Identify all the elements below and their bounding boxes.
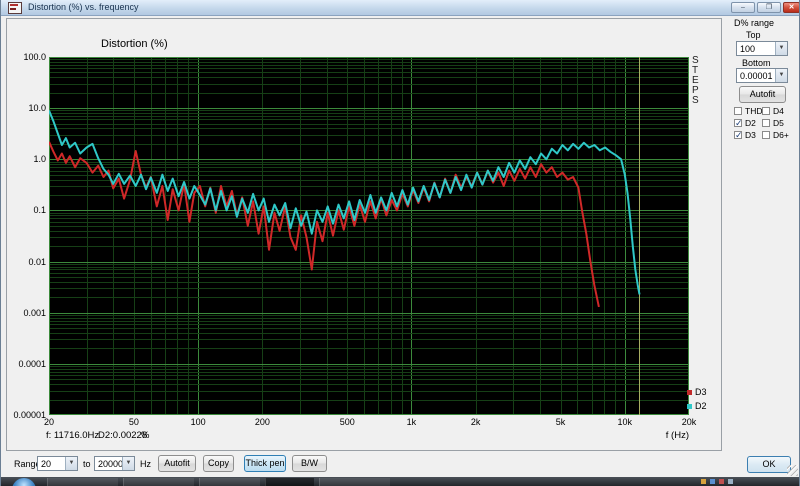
- hz-unit-label: Hz: [140, 459, 151, 469]
- checkbox-label: D6+: [773, 130, 789, 140]
- checkbox-label: D3: [745, 130, 756, 140]
- d-range-title: D% range: [734, 18, 774, 28]
- x-tick-label: 5k: [541, 417, 581, 427]
- cursor-frequency-readout: f: 11716.0Hz: [46, 430, 99, 441]
- title-bar[interactable]: Distortion (%) vs. frequency – ❐ ✕: [1, 0, 800, 16]
- y-tick-label: 0.001: [3, 308, 46, 318]
- check-icon: ✓: [735, 130, 743, 141]
- x-tick-label: 50: [114, 417, 154, 427]
- system-tray[interactable]: [701, 479, 797, 485]
- restore-icon[interactable]: ❐: [757, 2, 781, 13]
- thick-pen-button[interactable]: Thick pen: [244, 455, 286, 472]
- taskbar-button[interactable]: [199, 478, 260, 486]
- app-window: Distortion (%) vs. frequency – ❐ ✕ Disto…: [0, 0, 800, 486]
- legend-label-d2: D2: [695, 401, 707, 411]
- cursor-value-readout: D2:0.00228: [98, 430, 147, 441]
- b-w-button[interactable]: B/W: [292, 455, 327, 472]
- x-tick-label: 500: [327, 417, 367, 427]
- taskbar-button[interactable]: [123, 478, 194, 486]
- y-tick-label: 100.0: [3, 52, 46, 62]
- resize-grip[interactable]: [787, 465, 798, 476]
- checkbox-label: D5: [773, 118, 784, 128]
- chevron-down-icon[interactable]: ▼: [775, 42, 787, 55]
- to-label: to: [83, 459, 91, 469]
- app-icon: [8, 2, 22, 14]
- taskbar-button[interactable]: [47, 478, 118, 486]
- cursor-unit: %: [141, 430, 149, 441]
- tray-icon[interactable]: [710, 479, 715, 484]
- x-tick-label: 2k: [456, 417, 496, 427]
- chevron-down-icon[interactable]: ▼: [65, 457, 77, 470]
- checkbox-box[interactable]: ✓: [734, 119, 742, 127]
- range-from-value: 20: [41, 459, 51, 469]
- checkbox-thd[interactable]: THD: [734, 106, 762, 118]
- copy-button[interactable]: Copy: [203, 455, 234, 472]
- x-tick-label: 20: [29, 417, 69, 427]
- top-label: Top: [746, 30, 761, 40]
- chevron-down-icon[interactable]: ▼: [122, 457, 134, 470]
- window-title: Distortion (%) vs. frequency: [28, 2, 139, 12]
- checkbox-label: D2: [745, 118, 756, 128]
- legend-item-d2: D2: [687, 401, 707, 411]
- checkbox-box[interactable]: [762, 119, 770, 127]
- bottom-range-value: 0.00001: [740, 71, 773, 81]
- x-tick-label: 10k: [605, 417, 645, 427]
- y-tick-label: 0.01: [3, 257, 46, 267]
- range-to-select[interactable]: 20000 ▼: [94, 456, 135, 471]
- x-tick-label: 1k: [391, 417, 431, 427]
- distortion-plot[interactable]: [49, 57, 689, 415]
- ok-button[interactable]: OK: [747, 456, 791, 473]
- checkbox-box[interactable]: [762, 107, 770, 115]
- top-range-select[interactable]: 100 ▼: [736, 41, 788, 56]
- checkbox-d2[interactable]: ✓D2: [734, 118, 762, 130]
- bottom-label: Bottom: [742, 58, 771, 68]
- range-from-select[interactable]: 20 ▼: [37, 456, 78, 471]
- tray-icon[interactable]: [701, 479, 706, 484]
- check-icon: ✓: [735, 118, 743, 129]
- chart-title: Distortion (%): [101, 38, 168, 50]
- legend-label-d3: D3: [695, 387, 707, 397]
- checkbox-d6plus[interactable]: D6+: [762, 130, 794, 142]
- autofit-range-button[interactable]: Autofit: [739, 86, 786, 103]
- tray-icon[interactable]: [728, 479, 733, 484]
- checkbox-d4[interactable]: D4: [762, 106, 794, 118]
- bottom-range-select[interactable]: 0.00001 ▼: [736, 68, 788, 83]
- distortion-checkbox-group: THD D4 ✓D2 D5 ✓D3 D6+: [734, 106, 794, 142]
- x-axis-unit-label: f (Hz): [651, 430, 689, 441]
- taskbar-button[interactable]: [319, 478, 390, 486]
- minimize-icon[interactable]: –: [731, 2, 755, 13]
- x-tick-label: 100: [178, 417, 218, 427]
- close-icon[interactable]: ✕: [783, 2, 800, 13]
- x-tick-label: 200: [242, 417, 282, 427]
- checkbox-label: THD: [745, 106, 762, 116]
- y-tick-label: 0.0001: [3, 359, 46, 369]
- checkbox-d5[interactable]: D5: [762, 118, 794, 130]
- legend-item-d3: D3: [687, 387, 707, 397]
- checkbox-box[interactable]: [762, 131, 770, 139]
- checkbox-d3[interactable]: ✓D3: [734, 130, 762, 142]
- y-tick-label: 0.1: [3, 205, 46, 215]
- checkbox-label: D4: [773, 106, 784, 116]
- steps-vertical-label: STEPS: [692, 56, 701, 106]
- top-range-value: 100: [740, 44, 755, 54]
- chevron-down-icon[interactable]: ▼: [775, 69, 787, 82]
- y-tick-label: 1.0: [3, 154, 46, 164]
- d2-curve: [49, 111, 640, 295]
- checkbox-box[interactable]: ✓: [734, 131, 742, 139]
- y-tick-label: 10.0: [3, 103, 46, 113]
- checkbox-box[interactable]: [734, 107, 742, 115]
- start-orb-icon[interactable]: [12, 478, 36, 486]
- autofit-button[interactable]: Autofit: [158, 455, 196, 472]
- taskbar-button-active[interactable]: [265, 478, 314, 486]
- tray-icon[interactable]: [719, 479, 724, 484]
- taskbar[interactable]: [1, 477, 800, 486]
- range-to-value: 20000: [98, 459, 123, 469]
- x-tick-label: 20k: [669, 417, 709, 427]
- d3-color-swatch: [687, 390, 692, 395]
- d2-color-swatch: [687, 404, 692, 409]
